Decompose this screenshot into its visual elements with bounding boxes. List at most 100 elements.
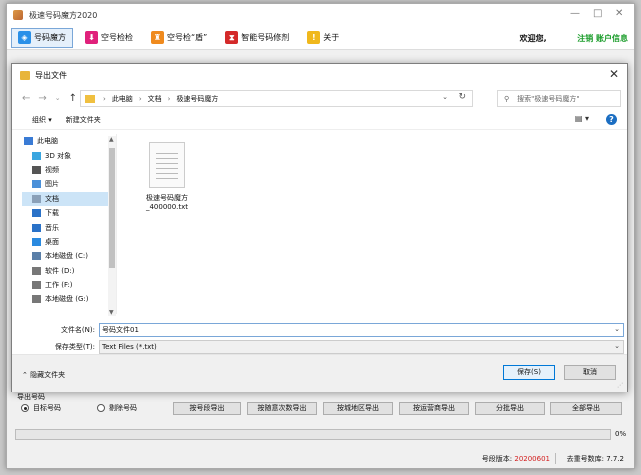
radio-label: 目标号码 <box>33 404 61 412</box>
version-value: 20200601 <box>514 455 550 463</box>
radio-selected-icon <box>21 404 29 412</box>
breadcrumb-separator: › <box>103 94 106 103</box>
view-options-icon[interactable]: ▤ ▾ <box>575 114 589 123</box>
forward-arrow-icon[interactable]: → <box>38 93 46 104</box>
nav-item-label: 文档 <box>45 194 59 203</box>
filename-value: 号码文件01 <box>102 326 139 334</box>
help-icon[interactable]: ? <box>606 114 617 125</box>
chevron-up-icon: ⌃ <box>22 371 28 379</box>
nav-item[interactable]: 本地磁盘 (C:) <box>22 249 116 263</box>
recent-dropdown-icon[interactable]: ⌄ <box>55 94 61 102</box>
breadcrumb-separator: › <box>167 94 171 103</box>
toolbar-item-about[interactable]: ! 关于 <box>301 28 345 48</box>
breadcrumb-separator: › <box>138 94 142 103</box>
app-logo-icon <box>13 10 23 20</box>
filetype-dropdown-icon[interactable]: ⌄ <box>614 342 620 350</box>
navigation-pane: 此电脑 3D 对象 视频图片文档下载 音乐 桌面 本地磁盘 (C:) 软件 (D:) 工作 (… <box>22 134 117 314</box>
export-by-count-button[interactable]: 按随意次数导出 <box>247 402 317 415</box>
back-arrow-icon[interactable]: ← <box>22 93 30 104</box>
account-links[interactable]: 注销 账户信息 <box>577 34 628 43</box>
toolbar-item-smart-trim[interactable]: ⧗ 智能号码修剂 <box>219 28 295 48</box>
toolbar-item-label: 号码魔方 <box>34 33 66 42</box>
download-icon: ⬇ <box>85 31 98 44</box>
breadcrumb-app-folder[interactable]: 极速号码魔方 <box>176 94 218 104</box>
drive-f-icon <box>32 281 41 290</box>
documents-icon <box>32 194 41 203</box>
version-status: 号段版本: 20200601 <box>482 454 550 464</box>
nav-item-label: 图片 <box>45 180 59 189</box>
nav-item[interactable]: 3D 对象 <box>22 148 116 162</box>
close-button[interactable]: ✕ <box>615 8 623 19</box>
nav-item[interactable]: 音乐 <box>22 220 116 234</box>
radio-target-numbers[interactable]: 目标号码 <box>21 403 61 413</box>
breadcrumb-this-pc[interactable]: 此电脑 <box>112 94 133 104</box>
export-by-segment-button[interactable]: 按号段导出 <box>173 402 241 415</box>
refresh-icon[interactable]: ↻ <box>458 92 466 102</box>
scroll-up-icon[interactable]: ▲ <box>109 136 114 143</box>
music-icon <box>32 223 41 232</box>
search-box[interactable]: ⚲ 搜索"极速号码魔方" <box>497 90 621 107</box>
dialog-bottom-bar: ⌃ 隐藏文件夹 保存(S) 取消 ⋰ <box>12 354 627 392</box>
toolbar-item-label: 关于 <box>323 33 340 42</box>
organize-menu[interactable]: 组织 ▾ <box>32 115 52 125</box>
filename-dropdown-icon[interactable]: ⌄ <box>614 325 620 333</box>
scroll-thumb[interactable] <box>109 148 115 268</box>
filetype-value: Text Files (*.txt) <box>102 343 157 351</box>
file-item[interactable]: 极速号码魔方 _400000.txt <box>134 142 200 212</box>
nav-scrollbar[interactable]: ▲ ▼ <box>108 136 116 316</box>
nav-item[interactable]: 工作 (F:) <box>22 278 116 292</box>
radio-filter-numbers[interactable]: 剔除号码 <box>97 403 137 413</box>
main-toolbar: ◈ 号码魔方 ⬇ 空号检检 ♜ 空号检“盾” ⧗ 智能号码修剂 ! 关于 欢迎您… <box>7 26 634 50</box>
resize-grip-icon[interactable]: ⋰ <box>617 382 623 389</box>
maximize-button[interactable]: □ <box>593 8 602 19</box>
nav-item[interactable]: 文档 <box>22 191 116 206</box>
toolbar-item-empty-shield[interactable]: ♜ 空号检“盾” <box>145 28 213 48</box>
welcome-area: 欢迎您, 注销 账户信息 <box>520 33 628 44</box>
navigation-row: ← → ⌄ ↑ › 此电脑 › 文档 › 极速号码魔方 ⌄ ↻ ⚲ 搜索"极速号… <box>12 86 627 110</box>
new-folder-button[interactable]: 新建文件夹 <box>66 115 101 125</box>
toolbar-item-empty-check[interactable]: ⬇ 空号检检 <box>79 28 139 48</box>
export-batch-button[interactable]: 分批导出 <box>475 402 545 415</box>
nav-item[interactable]: 图片 <box>22 177 116 191</box>
toolbar-item-label: 智能号码修剂 <box>241 33 290 42</box>
hide-folders-toggle[interactable]: ⌃ 隐藏文件夹 <box>22 370 65 380</box>
nav-item[interactable]: 视频 <box>22 163 116 177</box>
progress-percent: 0% <box>615 430 627 438</box>
version-label: 号段版本: <box>481 455 513 463</box>
file-name-line1: 极速号码魔方 <box>146 194 188 202</box>
drive-d-icon <box>32 266 41 275</box>
nav-item[interactable]: 桌面 <box>22 235 116 249</box>
minimize-button[interactable]: — <box>570 8 580 19</box>
pictures-icon <box>32 180 41 189</box>
filename-input[interactable]: 号码文件01 ⌄ <box>99 323 624 337</box>
nav-item[interactable]: 此电脑 <box>22 134 116 148</box>
desktop-icon <box>32 237 41 246</box>
welcome-text: 欢迎您, <box>519 34 547 43</box>
nav-item[interactable]: 软件 (D:) <box>22 264 116 278</box>
drive-g-icon <box>32 295 41 304</box>
up-arrow-icon[interactable]: ↑ <box>69 93 77 104</box>
breadcrumb-documents[interactable]: 文档 <box>148 94 162 104</box>
nav-item-label: 工作 (F:) <box>45 281 73 290</box>
toolbar-item-number-cube[interactable]: ◈ 号码魔方 <box>11 27 73 48</box>
folder-icon <box>85 94 95 103</box>
filetype-select[interactable]: Text Files (*.txt) ⌄ <box>99 340 624 354</box>
export-all-button[interactable]: 全部导出 <box>550 402 622 415</box>
address-bar[interactable]: › 此电脑 › 文档 › 极速号码魔方 ⌄ ↻ <box>80 90 473 107</box>
dedupe-status: 去重号数库: 7.7.2 <box>567 454 624 464</box>
export-file-dialog: 导出文件 ✕ ← → ⌄ ↑ › 此电脑 › 文档 › 极速号码魔方 ⌄ ↻ ⚲… <box>11 63 628 392</box>
dedupe-label: 去重号数库: <box>566 455 604 463</box>
export-by-carrier-button[interactable]: 按运营商导出 <box>399 402 469 415</box>
save-button[interactable]: 保存(S) <box>503 365 555 380</box>
cancel-button[interactable]: 取消 <box>564 365 616 380</box>
filename-row: 文件名(N): 号码文件01 ⌄ <box>12 322 629 338</box>
nav-item[interactable]: 下载 <box>22 206 116 220</box>
search-icon: ⚲ <box>504 94 510 103</box>
address-dropdown-icon[interactable]: ⌄ <box>442 93 448 101</box>
scroll-down-icon[interactable]: ▼ <box>109 309 114 316</box>
export-by-region-button[interactable]: 按城地区导出 <box>323 402 393 415</box>
nav-item[interactable]: 本地磁盘 (G:) <box>22 292 116 306</box>
dedupe-value: 7.7.2 <box>606 455 624 463</box>
dialog-close-icon[interactable]: ✕ <box>609 67 619 81</box>
radio-label: 剔除号码 <box>109 404 137 412</box>
